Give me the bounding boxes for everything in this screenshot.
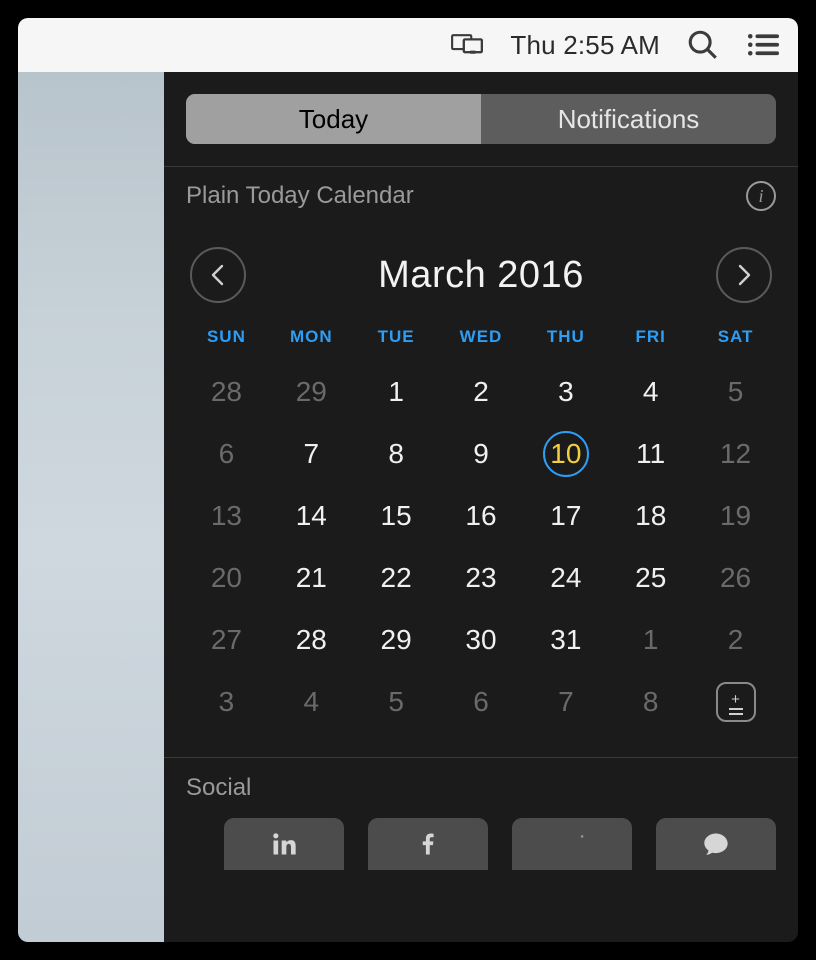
calendar-day[interactable]: 10: [523, 430, 608, 478]
notification-center-panel: Today Notifications Plain Today Calendar…: [164, 72, 798, 942]
calendar-day[interactable]: 22: [354, 554, 439, 602]
dow-label: WED: [439, 327, 524, 347]
prev-month-button[interactable]: [190, 247, 246, 303]
calendar-day[interactable]: 7: [269, 430, 354, 478]
calendar-widget: March 2016 SUNMONTUEWEDTHUFRISAT 2829123…: [164, 221, 798, 743]
next-month-button[interactable]: [716, 247, 772, 303]
calendar-day[interactable]: 7: [523, 678, 608, 726]
calendar-day[interactable]: 6: [184, 430, 269, 478]
calendar-day[interactable]: 1: [354, 368, 439, 416]
messages-button[interactable]: [656, 818, 776, 870]
calendar-day[interactable]: 18: [608, 492, 693, 540]
calendar-day[interactable]: 19: [693, 492, 778, 540]
calendar-week-row: 345678+: [184, 671, 778, 733]
calendar-day[interactable]: 12: [693, 430, 778, 478]
calendar-day[interactable]: 27: [184, 616, 269, 664]
calendar-day[interactable]: 14: [269, 492, 354, 540]
calendar-day[interactable]: 1: [608, 616, 693, 664]
calendar-day[interactable]: 15: [354, 492, 439, 540]
day-of-week-row: SUNMONTUEWEDTHUFRISAT: [184, 327, 778, 347]
dow-label: MON: [269, 327, 354, 347]
calendar-day[interactable]: 28: [184, 368, 269, 416]
calendar-day[interactable]: 4: [269, 678, 354, 726]
calendar-day[interactable]: 5: [693, 368, 778, 416]
calendar-day[interactable]: 20: [184, 554, 269, 602]
desktop-wallpaper: [18, 72, 164, 942]
social-row: [164, 812, 798, 870]
calendar-grid: 2829123456789101112131415161718192021222…: [184, 361, 778, 733]
tab-notifications[interactable]: Notifications: [481, 94, 776, 144]
calendar-week-row: 13141516171819: [184, 485, 778, 547]
view-tabs: Today Notifications: [186, 94, 776, 144]
calendar-day[interactable]: 3: [523, 368, 608, 416]
widget-title: Plain Today Calendar: [186, 182, 414, 210]
displays-icon[interactable]: [450, 28, 484, 62]
dow-label: SAT: [693, 327, 778, 347]
dow-label: THU: [523, 327, 608, 347]
menubar-clock[interactable]: Thu 2:55 AM: [510, 30, 660, 61]
widget-edit-button[interactable]: +: [693, 678, 778, 726]
calendar-day[interactable]: 31: [523, 616, 608, 664]
calendar-day[interactable]: 8: [608, 678, 693, 726]
linkedin-button[interactable]: [224, 818, 344, 870]
calendar-title: March 2016: [378, 254, 584, 297]
calendar-day[interactable]: 16: [439, 492, 524, 540]
calendar-day[interactable]: 29: [354, 616, 439, 664]
facebook-button[interactable]: [368, 818, 488, 870]
calendar-day[interactable]: 5: [354, 678, 439, 726]
social-title: Social: [164, 758, 798, 812]
calendar-day[interactable]: 26: [693, 554, 778, 602]
calendar-day[interactable]: 8: [354, 430, 439, 478]
calendar-day[interactable]: 28: [269, 616, 354, 664]
calendar-day[interactable]: 17: [523, 492, 608, 540]
calendar-week-row: 20212223242526: [184, 547, 778, 609]
calendar-day[interactable]: 6: [439, 678, 524, 726]
twitter-button[interactable]: [512, 818, 632, 870]
calendar-day[interactable]: 11: [608, 430, 693, 478]
calendar-day[interactable]: 4: [608, 368, 693, 416]
calendar-day[interactable]: 3: [184, 678, 269, 726]
calendar-week-row: 282912345: [184, 361, 778, 423]
calendar-week-row: 6789101112: [184, 423, 778, 485]
calendar-day[interactable]: 9: [439, 430, 524, 478]
calendar-day[interactable]: 23: [439, 554, 524, 602]
calendar-day[interactable]: 29: [269, 368, 354, 416]
calendar-week-row: 272829303112: [184, 609, 778, 671]
info-icon[interactable]: i: [746, 181, 776, 211]
notification-center-icon[interactable]: [746, 28, 780, 62]
calendar-day[interactable]: 25: [608, 554, 693, 602]
calendar-day[interactable]: 21: [269, 554, 354, 602]
dow-label: TUE: [354, 327, 439, 347]
dow-label: FRI: [608, 327, 693, 347]
tab-today[interactable]: Today: [186, 94, 481, 144]
search-icon[interactable]: [686, 28, 720, 62]
calendar-day[interactable]: 30: [439, 616, 524, 664]
calendar-day[interactable]: 2: [693, 616, 778, 664]
widget-header: Plain Today Calendar i: [164, 167, 798, 221]
calendar-day[interactable]: 24: [523, 554, 608, 602]
calendar-day[interactable]: 13: [184, 492, 269, 540]
calendar-day[interactable]: 2: [439, 368, 524, 416]
dow-label: SUN: [184, 327, 269, 347]
menubar: Thu 2:55 AM: [18, 18, 798, 72]
